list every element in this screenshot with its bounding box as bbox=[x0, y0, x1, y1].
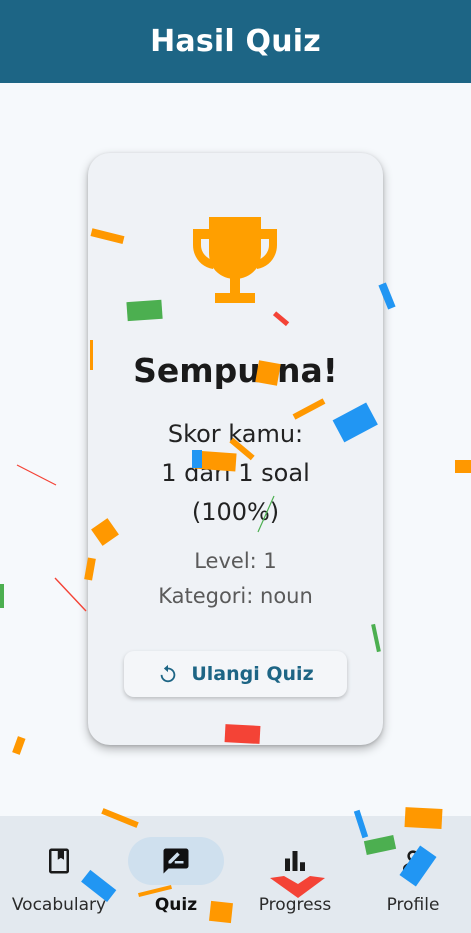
nav-item-quiz[interactable]: Quiz bbox=[117, 816, 235, 933]
result-card: Sempurna! Skor kamu: 1 dari 1 soal (100%… bbox=[88, 153, 383, 745]
nav-item-vocabulary[interactable]: Vocabulary bbox=[0, 816, 118, 933]
category-text: Kategori: noun bbox=[158, 584, 313, 608]
nav-icon-container bbox=[247, 837, 343, 885]
bar-chart-icon bbox=[285, 851, 305, 871]
level-text: Level: 1 bbox=[194, 549, 277, 573]
nav-icon-container bbox=[11, 837, 107, 885]
nav-item-progress[interactable]: Progress bbox=[236, 816, 354, 933]
trophy-icon bbox=[193, 217, 277, 303]
score-percent: (100%) bbox=[191, 498, 280, 526]
nav-icon-container bbox=[128, 837, 224, 885]
quiz-icon bbox=[163, 848, 189, 874]
book-icon bbox=[49, 848, 69, 874]
nav-label-progress: Progress bbox=[258, 895, 332, 915]
person-icon bbox=[403, 850, 423, 873]
nav-item-profile[interactable]: Profile bbox=[354, 816, 471, 933]
app-bar: Hasil Quiz bbox=[0, 0, 471, 83]
page-title: Hasil Quiz bbox=[150, 24, 321, 59]
retry-quiz-label: Ulangi Quiz bbox=[191, 663, 314, 685]
retry-quiz-button[interactable]: Ulangi Quiz bbox=[124, 651, 347, 697]
refresh-icon bbox=[161, 664, 176, 683]
score-label: Skor kamu: bbox=[167, 420, 304, 448]
result-title: Sempurna! bbox=[133, 351, 338, 390]
nav-icon-container bbox=[365, 837, 461, 885]
score-value: 1 dari 1 soal bbox=[161, 459, 310, 487]
nav-label-profile: Profile bbox=[386, 895, 440, 915]
nav-label-vocabulary: Vocabulary bbox=[11, 895, 107, 915]
bottom-navigation: Vocabulary Quiz Progress Profile bbox=[0, 816, 471, 933]
nav-label-quiz: Quiz bbox=[154, 895, 198, 915]
